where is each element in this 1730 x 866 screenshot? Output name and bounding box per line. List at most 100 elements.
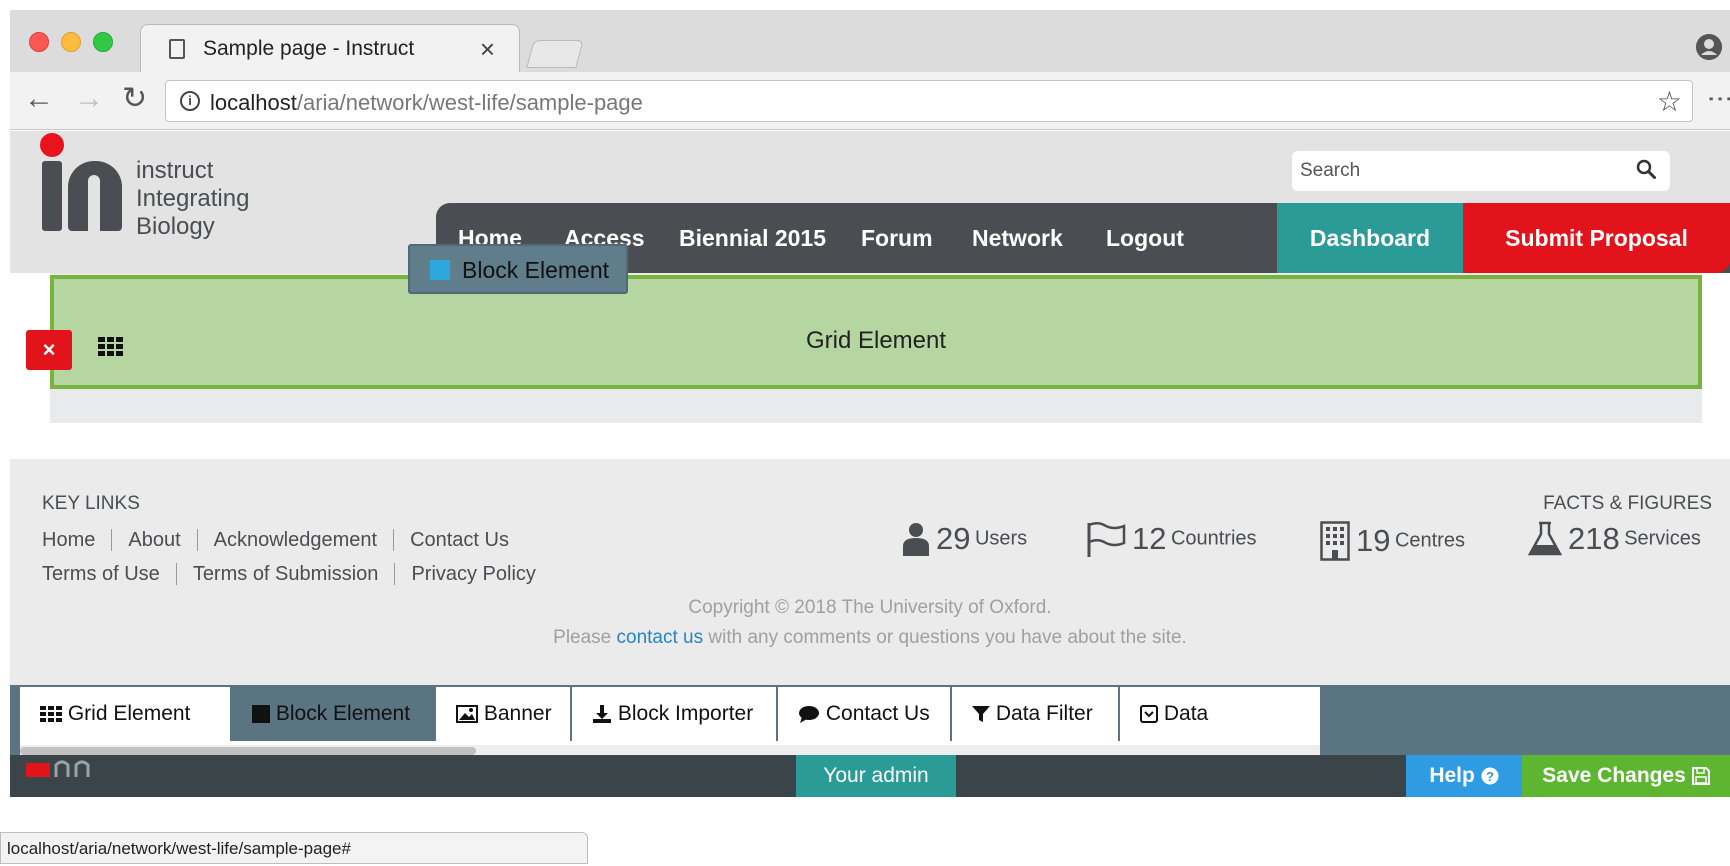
tab-close-icon[interactable]: × — [480, 34, 495, 65]
new-tab-button[interactable] — [526, 40, 584, 68]
search-icon[interactable] — [1636, 159, 1656, 179]
palette-scrollbar-thumb[interactable] — [20, 747, 476, 755]
footer-link-privacy-policy[interactable]: Privacy Policy — [394, 563, 552, 585]
instruct-logo[interactable]: instruct Integrating Biology — [40, 133, 270, 243]
palette-data-filter-label: Data Filter — [995, 702, 1093, 725]
contact-line: Please contact us with any comments or q… — [10, 627, 1730, 649]
reload-icon[interactable]: ↻ — [122, 84, 147, 114]
block-square-icon — [430, 260, 450, 280]
key-links-title: KEY LINKS — [42, 493, 140, 514]
palette-strip: Grid Element Block Element Banner Block … — [20, 687, 1320, 745]
document-icon — [169, 39, 185, 59]
fact-users-unit: Users — [974, 527, 1028, 550]
search-input[interactable] — [1300, 157, 1620, 185]
search-box — [1292, 151, 1670, 191]
maximize-window-button[interactable] — [93, 32, 113, 52]
logo-line-1: instruct — [136, 157, 214, 184]
help-button[interactable]: Help ? — [1406, 755, 1522, 797]
fact-centres: 19 Centres — [1320, 521, 1465, 567]
fact-countries-unit: Countries — [1170, 527, 1257, 550]
filter-icon — [972, 706, 990, 723]
flask-icon — [1528, 521, 1562, 556]
forward-arrow-icon[interactable]: → — [74, 84, 104, 114]
url-text[interactable]: localhost/aria/network/west-life/sample-… — [210, 90, 643, 116]
page-content: instruct Integrating Biology Home Access… — [10, 131, 1730, 866]
browser-menu-icon[interactable]: ⋮ — [1706, 86, 1730, 111]
footer-link-about[interactable]: About — [111, 529, 197, 551]
fact-users-number: 29 — [936, 521, 971, 556]
flag-icon — [1087, 522, 1126, 557]
save-changes-button[interactable]: Save Changes — [1522, 755, 1730, 797]
contact-us-link[interactable]: contact us — [617, 627, 704, 648]
palette-block-element[interactable]: Block Element — [232, 687, 436, 741]
back-arrow-icon[interactable]: ← — [24, 84, 54, 114]
nav-logout[interactable]: Logout — [1106, 203, 1184, 273]
admin-bar: Your admin Help ? Save Changes — [10, 755, 1730, 797]
palette-block-importer[interactable]: Block Importer — [572, 687, 778, 741]
palette-data[interactable]: Data — [1120, 687, 1320, 741]
logo-dot — [40, 133, 64, 157]
address-bar[interactable]: i localhost/aria/network/west-life/sampl… — [165, 80, 1693, 122]
square-icon — [252, 705, 270, 724]
svg-text:?: ? — [1486, 769, 1494, 784]
fact-centres-number: 19 — [1356, 523, 1391, 558]
palette-grid-element[interactable]: Grid Element — [20, 687, 232, 741]
key-links-row-1: Home About Acknowledgement Contact Us — [42, 529, 525, 552]
info-icon[interactable]: i — [180, 91, 200, 111]
grid-icon — [40, 706, 62, 723]
your-admin-button[interactable]: Your admin — [796, 755, 956, 797]
palette-data-filter[interactable]: Data Filter — [952, 687, 1120, 741]
nav-forum[interactable]: Forum — [861, 203, 933, 273]
copyright-text: Copyright © 2018 The University of Oxfor… — [688, 597, 1052, 618]
footer-link-contact-us[interactable]: Contact Us — [393, 529, 525, 551]
tab-title: Sample page - Instruct — [203, 37, 415, 60]
logo-mark-i — [42, 161, 62, 231]
fact-users: 29 Users — [902, 521, 1027, 567]
palette-banner-label: Banner — [483, 702, 552, 725]
close-window-button[interactable] — [29, 32, 49, 52]
building-icon — [1320, 521, 1350, 561]
element-palette: Grid Element Block Element Banner Block … — [10, 685, 1730, 757]
palette-block-importer-label: Block Importer — [617, 702, 754, 725]
save-changes-label: Save Changes — [1542, 764, 1686, 787]
bookmark-star-icon[interactable]: ☆ — [1657, 85, 1682, 118]
dragging-block-element[interactable]: Block Element — [408, 244, 628, 294]
browser-tab[interactable]: Sample page - Instruct × — [140, 24, 520, 72]
floppy-disk-icon — [1691, 767, 1710, 786]
main-navigation: Home Access Biennial 2015 Forum Network … — [436, 203, 1730, 273]
palette-contact-us-label: Contact Us — [825, 702, 930, 725]
browser-window: Sample page - Instruct × ← → ↻ i localho… — [10, 10, 1730, 866]
site-header: instruct Integrating Biology Home Access… — [10, 131, 1730, 273]
nav-biennial-2015[interactable]: Biennial 2015 — [679, 203, 826, 273]
question-circle-icon: ? — [1481, 767, 1499, 785]
palette-contact-us[interactable]: Contact Us — [778, 687, 952, 741]
fact-countries: 12 Countries — [1086, 521, 1257, 567]
image-icon — [456, 705, 478, 724]
tab-bar: Sample page - Instruct × — [10, 10, 1730, 72]
builder-canvas: Grid Element — [50, 273, 1702, 423]
footer-link-terms-of-use[interactable]: Terms of Use — [42, 563, 176, 585]
status-bar-url: localhost/aria/network/west-life/sample-… — [0, 832, 588, 864]
palette-banner[interactable]: Banner — [436, 687, 572, 741]
grid-element-label: Grid Element — [805, 327, 947, 354]
logo-line-2: Integrating — [136, 185, 250, 212]
remove-element-button[interactable]: × — [26, 330, 72, 370]
footer-link-acknowledgement[interactable]: Acknowledgement — [196, 529, 394, 551]
fact-services: 218 Services — [1528, 521, 1701, 567]
key-links-row-2: Terms of Use Terms of Submission Privacy P… — [42, 563, 552, 586]
footer-link-home[interactable]: Home — [42, 529, 111, 551]
grid-element[interactable]: Grid Element — [50, 275, 1702, 389]
profile-icon[interactable] — [1696, 34, 1722, 60]
nav-dashboard[interactable]: Dashboard — [1277, 203, 1463, 273]
logo-text: instruct Integrating Biology — [136, 157, 249, 241]
footer-link-terms-of-submission[interactable]: Terms of Submission — [175, 563, 395, 585]
site-footer: KEY LINKS Home About Acknowledgement Contac… — [10, 459, 1730, 699]
comment-icon — [799, 706, 819, 724]
logo-mark-m — [68, 161, 122, 231]
browser-toolbar: ← → ↻ i localhost/aria/network/west-life… — [10, 72, 1730, 130]
nav-network[interactable]: Network — [972, 203, 1063, 273]
nav-submit-proposal[interactable]: Submit Proposal — [1463, 203, 1730, 273]
fact-countries-number: 12 — [1132, 521, 1167, 556]
aria-logo[interactable] — [22, 757, 112, 777]
minimize-window-button[interactable] — [61, 32, 81, 52]
